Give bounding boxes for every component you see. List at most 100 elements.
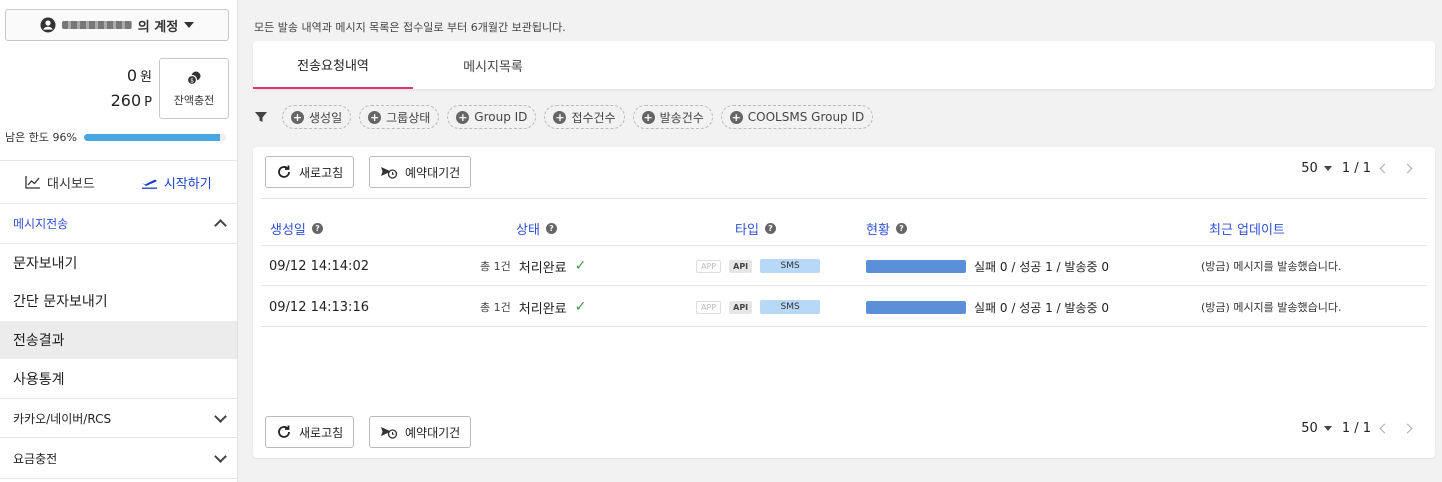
caret-down-icon[interactable] — [1323, 166, 1332, 171]
header-label: 최근 업데이트 — [1209, 223, 1285, 238]
dashboard-link[interactable]: 대시보드 — [25, 173, 95, 192]
plus-circle-icon: + — [291, 110, 304, 124]
caret-down-icon — [184, 22, 195, 28]
filter-group-id[interactable]: + Group ID — [447, 105, 537, 129]
filter-icon — [255, 112, 267, 122]
caret-down-icon[interactable] — [1323, 426, 1332, 431]
help-icon[interactable]: ? — [311, 223, 323, 234]
won-unit: 원 — [140, 70, 152, 85]
won-balance: 0원 — [127, 66, 152, 85]
tag-api: API — [729, 259, 753, 273]
row-last-update: (방금) 메시지를 발송했습니다. — [1201, 301, 1342, 314]
refresh-button[interactable]: 새로고침 — [265, 156, 355, 188]
point-unit: P — [144, 95, 152, 110]
next-page-icon[interactable] — [1402, 163, 1413, 174]
progress-bar — [866, 259, 966, 273]
table-row[interactable]: 09/12 14:14:02 총 1건 처리완료 ✓ APP API SMS 실… — [261, 246, 1427, 286]
tab-message-list[interactable]: 메시지목록 — [413, 41, 573, 89]
table-row[interactable]: 09/12 14:13:16 총 1건 처리완료 ✓ APP API SMS 실… — [261, 287, 1427, 327]
filter-label: COOLSMS Group ID — [747, 110, 865, 124]
header-created[interactable]: 생성일? — [270, 219, 323, 238]
sidebar-item-send-results[interactable]: 전송결과 — [0, 321, 237, 359]
scheduled-button-bottom[interactable]: 예약대기건 — [369, 416, 472, 448]
header-status[interactable]: 상태? — [516, 219, 557, 238]
filter-label: Group ID — [474, 110, 528, 124]
refresh-button-bottom[interactable]: 새로고침 — [265, 416, 355, 448]
pagination-bottom: 50 1 / 1 — [1301, 421, 1413, 436]
row-count: 총 1건 — [480, 260, 511, 273]
header-type[interactable]: 타입? — [735, 219, 776, 238]
limit-bar — [83, 133, 226, 141]
row-count: 총 1건 — [480, 301, 511, 314]
sidebar-item-usage-stats[interactable]: 사용통계 — [0, 360, 237, 398]
sidebar-item-send-text[interactable]: 문자보내기 — [0, 244, 237, 282]
filter-coolsms-group-id[interactable]: + COOLSMS Group ID — [720, 105, 874, 129]
account-label: 의 계정 — [137, 19, 179, 35]
account-name-redacted — [61, 21, 132, 29]
help-icon[interactable]: ? — [545, 223, 557, 234]
help-icon[interactable]: ? — [895, 223, 907, 234]
header-progress[interactable]: 현황? — [866, 219, 907, 238]
charge-balance-button[interactable]: $ 잔액충전 — [159, 58, 229, 119]
coins-icon: $ — [186, 71, 201, 85]
filter-sent-count[interactable]: + 발송건수 — [632, 105, 713, 129]
row-status-label: 처리완료 — [518, 301, 567, 317]
user-circle-icon — [40, 17, 56, 33]
sidebar-item-simple-send[interactable]: 간단 문자보내기 — [0, 282, 237, 320]
progress-bar — [866, 300, 966, 314]
top-nav: 대시보드 시작하기 — [0, 160, 238, 204]
balance-panel: 0원 260 P $ 잔액충전 — [0, 58, 238, 128]
section-message-send[interactable]: 메시지전송 — [0, 204, 238, 244]
tag-sms: SMS — [760, 259, 821, 273]
won-value: 0 — [126, 66, 138, 85]
sidebar: 의 계정 0원 260 P $ 잔액충전 남은 한도 96% 대시보드 시작하기 … — [0, 0, 238, 482]
page-size-select[interactable]: 50 — [1301, 421, 1318, 436]
row-type: APP API SMS — [696, 246, 821, 286]
tag-sms: SMS — [760, 300, 821, 314]
row-type: APP API SMS — [696, 287, 821, 327]
filter-received-count[interactable]: + 접수건수 — [544, 105, 625, 129]
filter-group-status[interactable]: + 그룹상태 — [359, 105, 440, 129]
section-billing[interactable]: 요금충전 — [0, 439, 238, 479]
page-indicator: 1 / 1 — [1341, 421, 1371, 436]
scheduled-send-icon — [381, 427, 398, 439]
row-status: 총 1건 처리완료 ✓ — [480, 246, 586, 286]
chevron-down-icon — [214, 409, 227, 423]
filter-label: 그룹상태 — [386, 110, 431, 125]
row-date: 09/12 14:13:16 — [269, 299, 369, 315]
dashboard-label: 대시보드 — [47, 176, 95, 192]
tab-send-requests[interactable]: 전송요청내역 — [253, 41, 413, 89]
progress-text: 실패 0 / 성공 1 / 발송중 0 — [974, 259, 1109, 274]
prev-page-icon[interactable] — [1379, 423, 1390, 434]
plus-circle-icon: + — [729, 110, 743, 124]
section-message-send-label: 메시지전송 — [13, 217, 69, 231]
section-kakao-label: 카카오/네이버/RCS — [13, 411, 112, 426]
check-icon: ✓ — [574, 299, 587, 315]
plus-circle-icon: + — [641, 110, 655, 124]
account-menu-button[interactable]: 의 계정 — [5, 9, 229, 41]
tag-api: API — [729, 300, 753, 314]
airplane-takeoff-icon — [141, 179, 157, 189]
limit-indicator: 남은 한도 96% — [5, 129, 226, 145]
refresh-icon — [278, 425, 290, 438]
section-kakao[interactable]: 카카오/네이버/RCS — [0, 398, 238, 438]
refresh-label: 새로고침 — [299, 165, 344, 180]
chevron-up-icon — [214, 219, 227, 232]
filter-label: 생성일 — [309, 110, 343, 125]
header-last-update[interactable]: 최근 업데이트 — [1209, 219, 1285, 238]
scheduled-send-icon — [381, 167, 398, 179]
header-label: 현황 — [866, 223, 890, 238]
plus-circle-icon: + — [456, 110, 470, 124]
next-page-icon[interactable] — [1402, 423, 1413, 434]
prev-page-icon[interactable] — [1379, 163, 1390, 174]
tab-bar: 전송요청내역 메시지목록 — [253, 41, 1435, 89]
row-status: 총 1건 처리완료 ✓ — [480, 287, 586, 327]
help-icon[interactable]: ? — [764, 223, 776, 234]
page-size-select[interactable]: 50 — [1301, 161, 1318, 176]
scheduled-button[interactable]: 예약대기건 — [369, 156, 472, 188]
row-progress: 실패 0 / 성공 1 / 발송중 0 — [866, 246, 1109, 286]
filter-created-date[interactable]: + 생성일 — [282, 105, 352, 129]
page-indicator: 1 / 1 — [1341, 161, 1371, 176]
get-started-link[interactable]: 시작하기 — [141, 173, 212, 192]
row-date: 09/12 14:14:02 — [269, 258, 369, 274]
